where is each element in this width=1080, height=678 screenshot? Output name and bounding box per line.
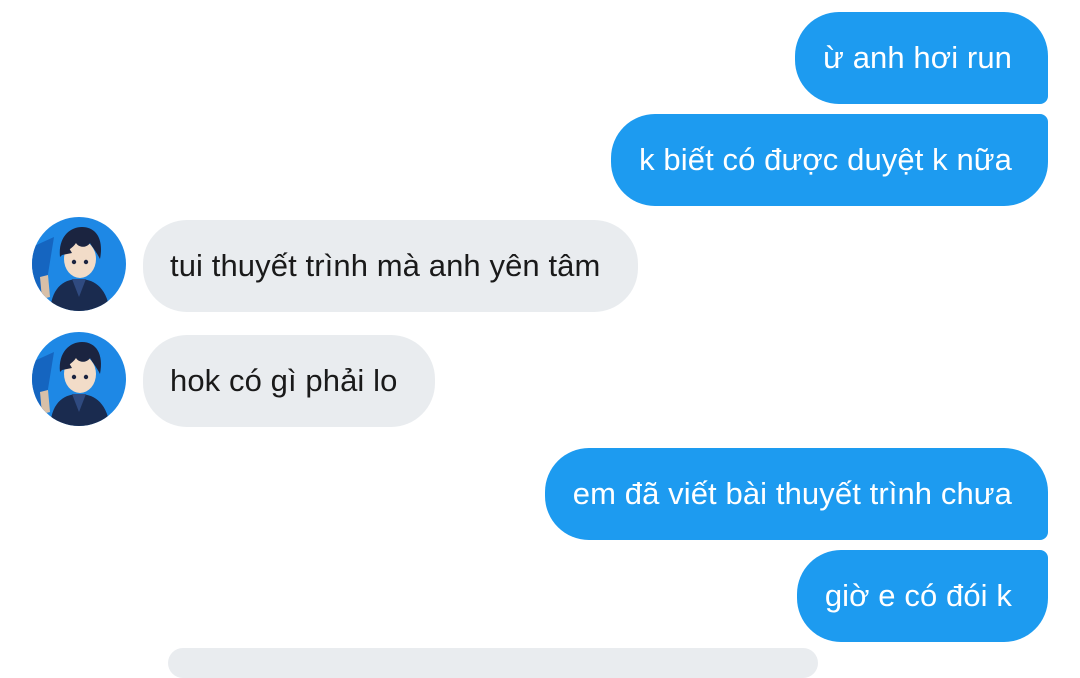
message-text: tui thuyết trình mà anh yên tâm [170,248,601,283]
message-outgoing[interactable]: k biết có được duyệt k nữa [611,114,1048,206]
message-text: em đã viết bài thuyết trình chưa [572,476,1012,511]
message-incoming-partial[interactable] [168,648,818,678]
message-text: k biết có được duyệt k nữa [639,142,1012,177]
message-text: ừ anh hơi run [823,40,1012,75]
message-outgoing[interactable]: giờ e có đói k [796,550,1048,642]
message-outgoing[interactable]: ừ anh hơi run [795,12,1048,104]
message-incoming[interactable]: tui thuyết trình mà anh yên tâm [143,220,639,312]
avatar-image [32,332,126,426]
message-incoming[interactable]: hok có gì phải lo [143,335,436,427]
message-text: hok có gì phải lo [170,363,398,398]
message-text: giờ e có đói k [824,578,1012,613]
avatar[interactable] [32,217,126,311]
avatar-image [32,217,126,311]
avatar[interactable] [32,332,126,426]
message-outgoing[interactable]: em đã viết bài thuyết trình chưa [544,448,1048,540]
